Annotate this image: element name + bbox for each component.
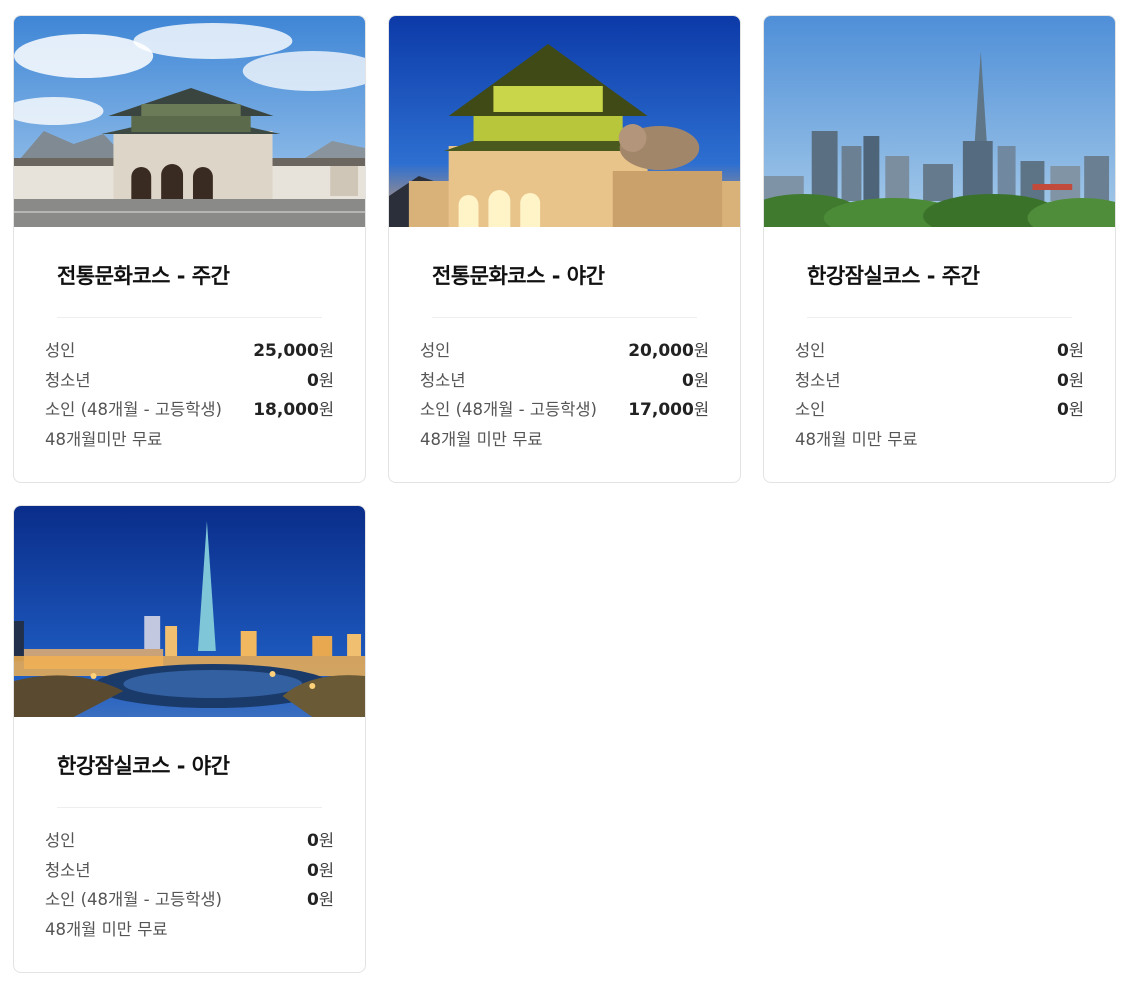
price-label: 소인 xyxy=(795,400,826,419)
price-amount: 20,000 xyxy=(628,341,694,361)
price-row-adult: 성인 25,000원 xyxy=(45,336,334,366)
divider xyxy=(807,317,1072,318)
price-row-adult: 성인 0원 xyxy=(795,336,1084,366)
skyline-night-photo[interactable] xyxy=(14,506,365,717)
price-amount: 17,000 xyxy=(628,400,694,420)
price-label: 소인 (48개월 - 고등학생) xyxy=(45,400,222,419)
price-list: 성인 0원 청소년 0원 소인 0원 48개월 미만 무료 xyxy=(795,336,1084,454)
course-card-traditional-day[interactable]: 전통문화코스 - 주간 성인 25,000원 청소년 0원 소인 (48개월 -… xyxy=(13,15,366,483)
price-unit: 원 xyxy=(318,860,334,880)
price-amount: 0 xyxy=(306,370,319,391)
divider xyxy=(57,807,322,808)
price-row-child: 소인 0원 xyxy=(795,395,1084,425)
palace-night-photo[interactable] xyxy=(389,16,740,227)
free-note: 48개월 미만 무료 xyxy=(795,429,918,449)
course-title: 한강잠실코스 - 야간 xyxy=(57,754,230,778)
divider xyxy=(432,317,697,318)
price-unit: 원 xyxy=(693,341,709,360)
palace-day-photo[interactable] xyxy=(14,16,365,227)
price-unit: 원 xyxy=(318,400,334,419)
price-unit: 원 xyxy=(1068,400,1084,419)
price-label: 청소년 xyxy=(45,370,91,390)
price-label: 성인 xyxy=(45,341,76,360)
price-label: 성인 xyxy=(45,831,76,850)
price-row-child: 소인 (48개월 - 고등학생) 18,000원 xyxy=(45,395,334,425)
price-unit: 원 xyxy=(318,831,334,850)
price-row-adult: 성인 0원 xyxy=(45,826,334,856)
free-note: 48개월 미만 무료 xyxy=(420,429,543,449)
price-amount: 0 xyxy=(1056,400,1069,420)
price-amount: 0 xyxy=(681,370,694,391)
price-unit: 원 xyxy=(693,400,709,419)
course-card-hangang-night[interactable]: 한강잠실코스 - 야간 성인 0원 청소년 0원 소인 (48개월 - 고등학생… xyxy=(13,505,366,973)
price-list: 성인 0원 청소년 0원 소인 (48개월 - 고등학생) 0원 48개월 미만… xyxy=(45,826,334,944)
price-amount: 0 xyxy=(1056,370,1069,391)
price-amount: 25,000 xyxy=(253,341,319,361)
price-row-child: 소인 (48개월 - 고등학생) 0원 xyxy=(45,885,334,915)
price-amount: 0 xyxy=(306,860,319,881)
course-grid: 전통문화코스 - 주간 성인 25,000원 청소년 0원 소인 (48개월 -… xyxy=(13,15,1116,973)
course-title: 전통문화코스 - 야간 xyxy=(432,264,605,288)
price-label: 청소년 xyxy=(795,370,841,390)
price-row-youth: 청소년 0원 xyxy=(795,366,1084,396)
price-amount: 0 xyxy=(1056,341,1069,361)
price-label: 청소년 xyxy=(420,370,466,390)
course-title: 전통문화코스 - 주간 xyxy=(57,264,230,288)
price-amount: 0 xyxy=(306,890,319,910)
price-row-youth: 청소년 0원 xyxy=(420,366,709,396)
price-label: 소인 (48개월 - 고등학생) xyxy=(45,890,222,909)
price-unit: 원 xyxy=(1068,370,1084,390)
free-note: 48개월미만 무료 xyxy=(45,429,163,449)
price-amount: 18,000 xyxy=(253,400,319,420)
price-label: 청소년 xyxy=(45,860,91,880)
skyline-day-photo[interactable] xyxy=(764,16,1115,227)
price-label: 소인 (48개월 - 고등학생) xyxy=(420,400,597,419)
free-note: 48개월 미만 무료 xyxy=(45,919,168,939)
price-unit: 원 xyxy=(318,341,334,360)
price-row-youth: 청소년 0원 xyxy=(45,366,334,396)
price-unit: 원 xyxy=(318,890,334,909)
price-row-adult: 성인 20,000원 xyxy=(420,336,709,366)
price-row-child: 소인 (48개월 - 고등학생) 17,000원 xyxy=(420,395,709,425)
price-list: 성인 20,000원 청소년 0원 소인 (48개월 - 고등학생) 17,00… xyxy=(420,336,709,454)
course-card-hangang-day[interactable]: 한강잠실코스 - 주간 성인 0원 청소년 0원 소인 0원 48개월 미만 무… xyxy=(763,15,1116,483)
price-row-youth: 청소년 0원 xyxy=(45,856,334,886)
price-unit: 원 xyxy=(318,370,334,390)
price-amount: 0 xyxy=(306,831,319,851)
course-card-traditional-night[interactable]: 전통문화코스 - 야간 성인 20,000원 청소년 0원 소인 (48개월 -… xyxy=(388,15,741,483)
price-unit: 원 xyxy=(693,370,709,390)
course-title: 한강잠실코스 - 주간 xyxy=(807,264,980,288)
price-label: 성인 xyxy=(420,341,451,360)
price-label: 성인 xyxy=(795,341,826,360)
price-list: 성인 25,000원 청소년 0원 소인 (48개월 - 고등학생) 18,00… xyxy=(45,336,334,454)
price-unit: 원 xyxy=(1068,341,1084,360)
divider xyxy=(57,317,322,318)
